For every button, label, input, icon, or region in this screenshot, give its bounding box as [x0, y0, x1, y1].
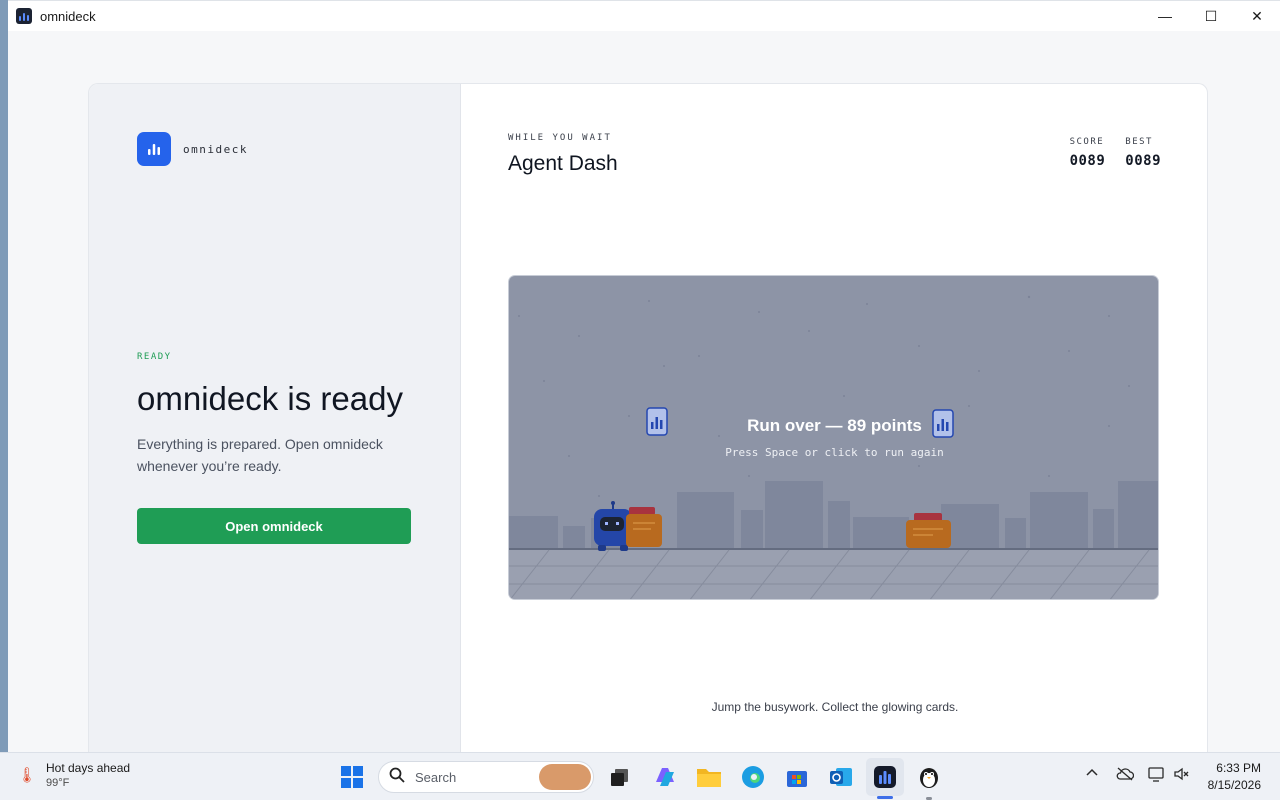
maximize-button[interactable]: ☐	[1188, 1, 1234, 31]
restart-hint: Press Space or click to run again	[725, 446, 944, 459]
open-app-button[interactable]: Open omnideck	[137, 508, 411, 544]
edge-browser-icon[interactable]	[739, 763, 767, 791]
chevron-up-icon[interactable]	[1086, 767, 1098, 782]
score-block: SCORE 0089	[1070, 137, 1106, 169]
weather-temp: 99°F	[46, 777, 70, 789]
search-placeholder: Search	[415, 769, 457, 785]
desktop-background	[0, 0, 8, 752]
star-dots	[518, 295, 1130, 497]
brand: omnideck	[137, 132, 248, 166]
close-button[interactable]: ✕	[1234, 1, 1280, 31]
briefcase-obstacle-left	[626, 507, 662, 547]
score-label: SCORE	[1069, 137, 1105, 147]
page-title: omnideck is ready	[137, 380, 403, 417]
best-label: BEST	[1125, 137, 1153, 147]
penguin-app-icon[interactable]	[915, 763, 943, 791]
task-view-icon[interactable]	[606, 763, 634, 791]
app-logo-icon	[16, 8, 32, 24]
volume-muted-icon[interactable]	[1174, 767, 1190, 784]
windows-start-icon[interactable]	[338, 763, 366, 791]
eyebrow-label: WHILE YOU WAIT	[508, 133, 612, 143]
network-icon[interactable]	[1148, 767, 1166, 786]
cloud-offline-icon[interactable]	[1116, 767, 1135, 784]
scoreboard: SCORE 0089 BEST 0089	[1070, 137, 1161, 169]
app-window: omnideck — ☐ ✕ omnideck READY omnideck i…	[8, 0, 1280, 753]
game-canvas[interactable]: Run over — 89 points Press Space or clic…	[508, 275, 1159, 600]
weather-text: Hot days ahead 99°F	[46, 761, 130, 789]
bar-chart-icon	[137, 132, 171, 166]
weather-title: Hot days ahead	[46, 761, 131, 775]
title-bar: omnideck — ☐ ✕	[8, 1, 1280, 31]
outlook-icon[interactable]	[827, 763, 855, 791]
minimize-button[interactable]: —	[1142, 1, 1188, 31]
clock-date: 8/15/2026	[1207, 778, 1261, 792]
search-highlight-image	[539, 764, 591, 790]
ground-line	[509, 548, 1158, 550]
store-icon[interactable]	[783, 763, 811, 791]
thermometer-icon: 🌡	[17, 767, 37, 784]
clock-time: 6:33 PM	[1216, 761, 1261, 775]
right-pane: WHILE YOU WAIT Agent Dash SCORE 0089 BES…	[461, 84, 1207, 753]
active-indicator	[877, 796, 893, 799]
best-block: BEST 0089	[1125, 137, 1161, 169]
status-label: READY	[137, 352, 172, 362]
left-pane: omnideck READY omnideck is ready Everyth…	[89, 84, 461, 753]
system-clock[interactable]: 6:33 PM 8/15/2026	[1208, 761, 1261, 792]
search-icon	[389, 767, 405, 787]
weather-widget[interactable]: 🌡 Hot days ahead 99°F	[16, 761, 130, 789]
window-title: omnideck	[40, 8, 96, 24]
taskbar: 🌡 Hot days ahead 99°F Search 6:33 PM 8/1…	[0, 752, 1280, 800]
game-over-title: Run over — 89 points	[747, 416, 922, 435]
window-controls: — ☐ ✕	[1142, 1, 1280, 31]
file-explorer-icon[interactable]	[695, 763, 723, 791]
m365-icon[interactable]	[651, 763, 679, 791]
score-value: 0089	[1069, 153, 1106, 169]
best-value: 0089	[1125, 153, 1161, 169]
main-card: omnideck READY omnideck is ready Everyth…	[88, 83, 1208, 753]
game-title: Agent Dash	[508, 152, 618, 175]
game-scene	[509, 295, 1158, 599]
omnideck-taskbar-icon[interactable]	[871, 763, 899, 791]
ground	[509, 550, 1158, 599]
taskbar-search[interactable]: Search	[378, 761, 594, 793]
brand-name: omnideck	[183, 142, 248, 156]
ready-description: Everything is prepared. Open omnideck wh…	[137, 436, 383, 474]
game-hint: Jump the busywork. Collect the glowing c…	[711, 700, 959, 714]
